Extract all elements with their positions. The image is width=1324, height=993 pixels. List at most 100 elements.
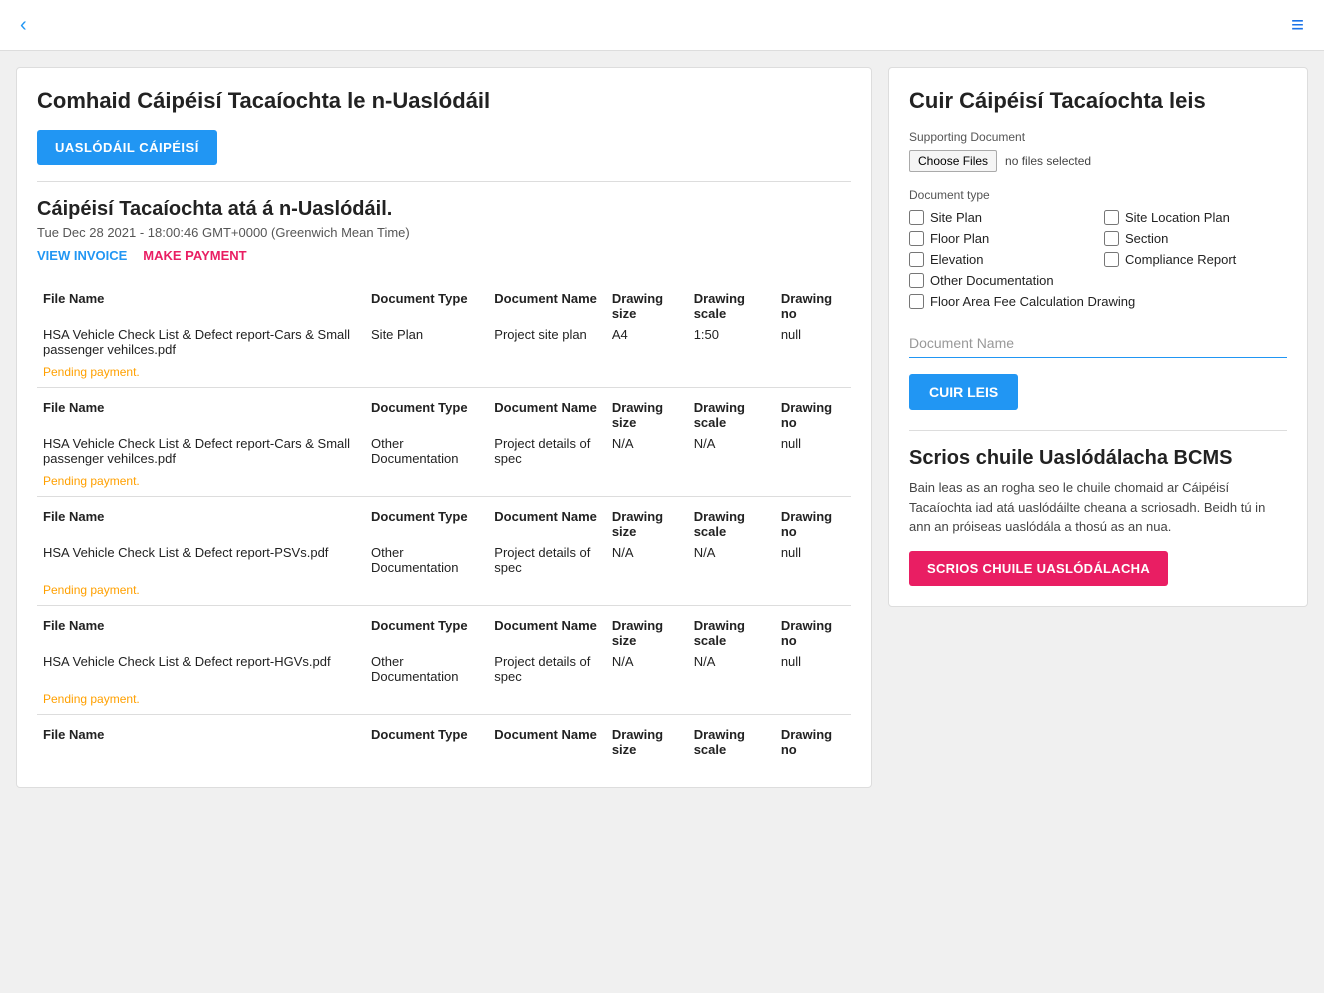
table-header-1: Document Type: [365, 279, 488, 323]
table-header-5: Drawing no: [775, 279, 851, 323]
table-cell-5: [775, 759, 851, 767]
table-cell-4: 1:50: [688, 323, 775, 361]
section-date: Tue Dec 28 2021 - 18:00:46 GMT+0000 (Gre…: [37, 225, 851, 240]
table-cell-0: [37, 759, 365, 767]
table-header-3: Drawing size: [606, 279, 688, 323]
table-cell-4: N/A: [688, 541, 775, 579]
back-button[interactable]: ‹: [20, 14, 27, 37]
cb_floor_plan-label[interactable]: Floor Plan: [930, 231, 989, 246]
table-row: HSA Vehicle Check List & Defect report-C…: [37, 323, 851, 361]
table-cell-1: [365, 759, 488, 767]
cb_site_location-label[interactable]: Site Location Plan: [1125, 210, 1230, 225]
table-header-5: Drawing no: [775, 715, 851, 760]
pending-row: Pending payment.: [37, 579, 851, 606]
delete-desc: Bain leas as an rogha seo le chuile chom…: [909, 478, 1287, 537]
choose-files-button[interactable]: Choose Files: [909, 150, 997, 172]
no-file-text: no files selected: [1005, 154, 1091, 168]
checkbox-item-cb_floor_plan: Floor Plan: [909, 231, 1092, 246]
doc-name-input[interactable]: [909, 329, 1287, 358]
cb_elevation-label[interactable]: Elevation: [930, 252, 983, 267]
table-cell-1: Other Documentation: [365, 650, 488, 688]
table-header-5: Drawing no: [775, 388, 851, 433]
cb_section-label[interactable]: Section: [1125, 231, 1168, 246]
table-cell-1: Other Documentation: [365, 432, 488, 470]
table-cell-2: Project site plan: [488, 323, 606, 361]
cuir-button[interactable]: CUIR LEIS: [909, 374, 1018, 410]
menu-icon[interactable]: ≡: [1291, 12, 1304, 38]
delete-section: Scrios chuile Uaslódálacha BCMS Bain lea…: [909, 430, 1287, 586]
checkbox-item-cb_site_plan: Site Plan: [909, 210, 1092, 225]
cb_site_location-checkbox[interactable]: [1104, 210, 1119, 225]
top-bar: ‹ ≡: [0, 0, 1324, 51]
table-cell-1: Site Plan: [365, 323, 488, 361]
table-header-1: Document Type: [365, 497, 488, 542]
cb_section-checkbox[interactable]: [1104, 231, 1119, 246]
cb_compliance-checkbox[interactable]: [1104, 252, 1119, 267]
delete-button[interactable]: SCRIOS CHUILE UASLÓDÁLACHA: [909, 551, 1168, 586]
cb_elevation-checkbox[interactable]: [909, 252, 924, 267]
table-row: HSA Vehicle Check List & Defect report-C…: [37, 432, 851, 470]
table-cell-4: N/A: [688, 432, 775, 470]
documents-table: File NameDocument TypeDocument NameDrawi…: [37, 279, 851, 767]
table-cell-3: A4: [606, 323, 688, 361]
table-cell-4: N/A: [688, 650, 775, 688]
cb_site_plan-label[interactable]: Site Plan: [930, 210, 982, 225]
view-invoice-button[interactable]: VIEW INVOICE: [37, 248, 127, 263]
table-cell-0: HSA Vehicle Check List & Defect report-H…: [37, 650, 365, 688]
pending-label: Pending payment.: [37, 470, 851, 497]
right-panel: Cuir Cáipéisí Tacaíochta leis Supporting…: [888, 67, 1308, 607]
checkbox-item-cb_elevation: Elevation: [909, 252, 1092, 267]
file-input-row: Choose Files no files selected: [909, 150, 1287, 172]
make-payment-button[interactable]: MAKE PAYMENT: [143, 248, 246, 263]
table-cell-4: [688, 759, 775, 767]
pending-row: Pending payment.: [37, 688, 851, 715]
table-cell-3: N/A: [606, 432, 688, 470]
pending-row: Pending payment.: [37, 470, 851, 497]
table-header-2: Document Name: [488, 388, 606, 433]
cb_compliance-label[interactable]: Compliance Report: [1125, 252, 1236, 267]
table-header-3: Drawing size: [606, 497, 688, 542]
cb_floor_plan-checkbox[interactable]: [909, 231, 924, 246]
upload-button[interactable]: UASLÓDÁIL CÁIPÉISÍ: [37, 130, 217, 165]
cb_floor_area-label[interactable]: Floor Area Fee Calculation Drawing: [930, 294, 1135, 309]
section-title: Cáipéisí Tacaíochta atá á n-Uaslódáil.: [37, 198, 851, 221]
table-cell-0: HSA Vehicle Check List & Defect report-P…: [37, 541, 365, 579]
right-title: Cuir Cáipéisí Tacaíochta leis: [909, 88, 1287, 114]
table-header-2: Document Name: [488, 279, 606, 323]
table-cell-3: N/A: [606, 650, 688, 688]
table-row: File NameDocument TypeDocument NameDrawi…: [37, 497, 851, 542]
supporting-doc-label: Supporting Document: [909, 130, 1287, 144]
table-row: File NameDocument TypeDocument NameDrawi…: [37, 606, 851, 651]
cb_other_doc-label[interactable]: Other Documentation: [930, 273, 1054, 288]
checkbox-item-cb_section: Section: [1104, 231, 1287, 246]
table-cell-2: Project details of spec: [488, 541, 606, 579]
table-cell-2: [488, 759, 606, 767]
pending-row: Pending payment.: [37, 361, 851, 388]
table-header-1: Document Type: [365, 715, 488, 760]
main-title: Comhaid Cáipéisí Tacaíochta le n-Uaslódá…: [37, 88, 851, 114]
table-header-5: Drawing no: [775, 497, 851, 542]
cb_site_plan-checkbox[interactable]: [909, 210, 924, 225]
table-header-5: Drawing no: [775, 606, 851, 651]
checkbox-item-cb_other_doc: Other Documentation: [909, 273, 1092, 288]
pending-label: Pending payment.: [37, 361, 851, 388]
table-header-4: Drawing scale: [688, 606, 775, 651]
table-row: HSA Vehicle Check List & Defect report-H…: [37, 650, 851, 688]
cb_other_doc-checkbox[interactable]: [909, 273, 924, 288]
pending-label: Pending payment.: [37, 688, 851, 715]
table-header-1: Document Type: [365, 388, 488, 433]
table-header-0: File Name: [37, 606, 365, 651]
cb_floor_area-checkbox[interactable]: [909, 294, 924, 309]
table-header-4: Drawing scale: [688, 388, 775, 433]
table-header-3: Drawing size: [606, 715, 688, 760]
table-row: HSA Vehicle Check List & Defect report-P…: [37, 541, 851, 579]
table-cell-0: HSA Vehicle Check List & Defect report-C…: [37, 323, 365, 361]
table-cell-3: [606, 759, 688, 767]
table-header-3: Drawing size: [606, 388, 688, 433]
table-header-1: Document Type: [365, 606, 488, 651]
link-row: VIEW INVOICE MAKE PAYMENT: [37, 248, 851, 263]
checkboxes-grid: Site Plan Site Location Plan Floor Plan Sec…: [909, 210, 1287, 309]
table-header-4: Drawing scale: [688, 715, 775, 760]
delete-title: Scrios chuile Uaslódálacha BCMS: [909, 447, 1287, 470]
table-cell-5: null: [775, 432, 851, 470]
